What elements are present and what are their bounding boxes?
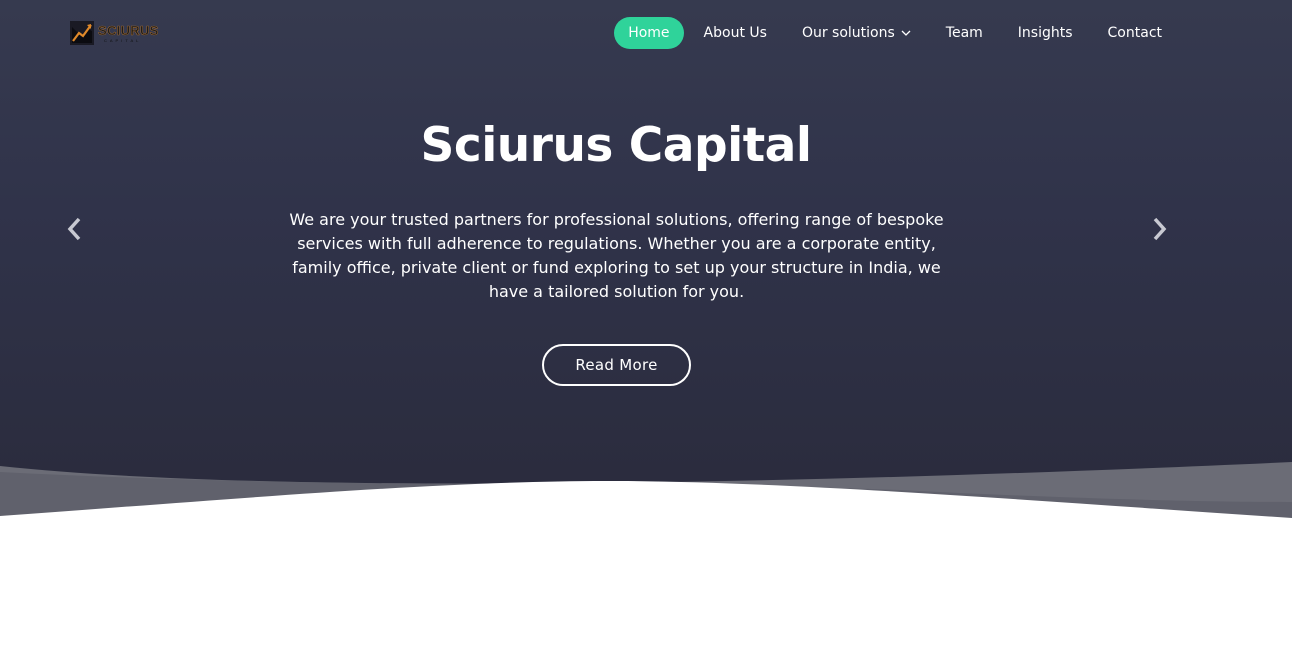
chevron-down-icon	[901, 30, 911, 36]
carousel-next-button[interactable]	[1146, 214, 1174, 244]
hero-carousel: SCIURUS CAPITAL Home About Us Our soluti…	[0, 0, 1292, 520]
nav-contact[interactable]: Contact	[1093, 17, 1177, 49]
chevron-left-icon	[67, 217, 81, 241]
main-navigation: Home About Us Our solutions Team Insight…	[609, 17, 1177, 49]
nav-insights[interactable]: Insights	[1003, 17, 1088, 49]
chevron-right-icon	[1153, 217, 1167, 241]
nav-home[interactable]: Home	[614, 17, 684, 49]
carousel-prev-button[interactable]	[60, 214, 88, 244]
logo-wordmark: SCIURUS	[98, 22, 159, 38]
logo-subtitle: CAPITAL	[104, 37, 142, 43]
hero-title: Sciurus Capital	[420, 118, 812, 173]
nav-about-us[interactable]: About Us	[689, 17, 782, 49]
hero-description: We are your trusted partners for profess…	[289, 210, 944, 301]
content-area	[0, 520, 1292, 652]
read-more-button[interactable]: Read More	[542, 344, 691, 386]
logo-chart-icon	[70, 21, 94, 45]
nav-our-solutions[interactable]: Our solutions	[787, 17, 926, 49]
nav-team[interactable]: Team	[931, 17, 998, 49]
brand-logo[interactable]: SCIURUS CAPITAL	[70, 20, 162, 46]
read-more-label: Read More	[575, 356, 658, 374]
hero-wave-divider	[0, 462, 1292, 520]
